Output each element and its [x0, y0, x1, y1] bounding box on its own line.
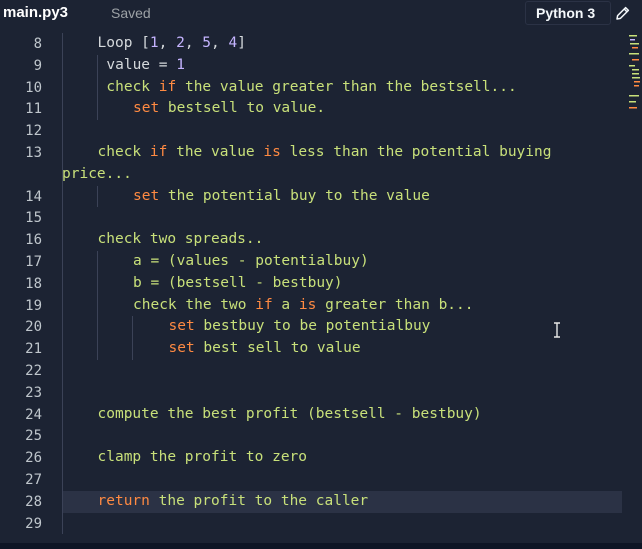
- code-token: [: [141, 35, 150, 51]
- code-token: a: [272, 296, 299, 313]
- code-line[interactable]: set bestsell to value.: [133, 100, 325, 116]
- text-cursor-icon: [554, 322, 560, 338]
- code-token: the potential buy to the value: [159, 187, 430, 204]
- code-token: if: [255, 296, 273, 313]
- code-line[interactable]: check two spreads..: [98, 231, 264, 247]
- code-token: 5: [202, 35, 212, 51]
- code-line[interactable]: set best sell to value: [169, 340, 361, 356]
- line-number: 26: [25, 450, 42, 467]
- code-line[interactable]: set bestbuy to be potentialbuy: [169, 318, 431, 334]
- pencil-icon[interactable]: [614, 4, 632, 22]
- code-line[interactable]: check the two if a is greater than b...: [133, 297, 474, 313]
- indent-guide: [62, 33, 63, 535]
- line-number: 29: [25, 515, 42, 532]
- line-number: 28: [25, 493, 42, 510]
- code-token: clamp the profit to zero: [97, 449, 308, 466]
- minimap[interactable]: [628, 33, 640, 113]
- code-line[interactable]: check if the value is less than the pote…: [98, 144, 552, 160]
- code-token: Loop: [97, 35, 142, 51]
- code-token: ,: [184, 35, 203, 51]
- code-token: set: [168, 340, 195, 357]
- code-editor[interactable]: 8 Loop [1, 2, 5, 4] 9 value = 1 10 check if t…: [0, 27, 642, 543]
- line-number: 9: [33, 57, 42, 74]
- indent-guide: [97, 185, 98, 208]
- line-number: 17: [25, 254, 42, 270]
- code-token: the value: [167, 144, 264, 160]
- code-token: a = (values - potentialbuy): [133, 253, 369, 269]
- code-token: b = (bestsell - bestbuy): [133, 274, 343, 291]
- code-line[interactable]: return the profit to the caller: [98, 493, 369, 509]
- code-token: best sell to value: [194, 340, 361, 357]
- code-token: 4: [228, 35, 238, 51]
- code-token: set: [133, 100, 160, 117]
- indent-guide: [97, 251, 98, 360]
- code-token: greater than b...: [316, 296, 474, 313]
- save-status: Saved: [111, 5, 151, 21]
- code-token: bestbuy to be potentialbuy: [194, 318, 431, 335]
- line-number: 19: [25, 297, 42, 314]
- code-line[interactable]: price...: [62, 166, 132, 182]
- line-number: 23: [25, 384, 42, 401]
- code-token: check the two: [133, 296, 256, 313]
- code-token: return: [97, 492, 150, 509]
- code-token: ,: [211, 35, 229, 51]
- indent-guide: [132, 316, 133, 360]
- code-line[interactable]: check if the value greater than the best…: [106, 79, 516, 95]
- code-line[interactable]: b = (bestsell - bestbuy): [133, 275, 343, 291]
- line-number: 21: [25, 341, 42, 358]
- file-name[interactable]: main.py3: [3, 4, 68, 21]
- code-token: bestsell to value.: [159, 100, 326, 117]
- code-token: ]: [237, 35, 246, 51]
- code-line[interactable]: clamp the profit to zero: [98, 449, 308, 465]
- code-token: if: [158, 78, 177, 95]
- line-number: 12: [25, 123, 42, 140]
- code-token: price...: [62, 165, 132, 182]
- status-bar: [0, 543, 642, 549]
- code-line[interactable]: compute the best profit (bestsell - best…: [98, 406, 482, 422]
- line-number: 11: [25, 101, 42, 118]
- code-line[interactable]: value = 1: [106, 57, 185, 73]
- line-number: 27: [25, 472, 42, 488]
- code-line[interactable]: Loop [1, 2, 5, 4]: [98, 35, 246, 51]
- code-token: check: [97, 144, 150, 160]
- code-token: is: [298, 296, 317, 313]
- code-token: is: [263, 144, 281, 160]
- line-number: 15: [25, 210, 42, 227]
- code-token: the value greater than the bestsell...: [176, 78, 517, 95]
- code-token: value =: [106, 56, 177, 73]
- code-token: 1: [176, 56, 185, 73]
- line-number: 18: [25, 275, 42, 292]
- line-number: 22: [25, 363, 42, 379]
- line-number: 16: [25, 232, 42, 249]
- code-token: ,: [158, 35, 177, 51]
- code-token: set: [133, 187, 160, 204]
- code-line[interactable]: set the potential buy to the value: [133, 188, 430, 204]
- language-selector[interactable]: Python 3: [525, 1, 611, 25]
- line-number: 25: [25, 428, 42, 445]
- code-line[interactable]: a = (values - potentialbuy): [133, 253, 369, 269]
- indent-guide: [97, 54, 98, 121]
- line-number: 14: [25, 188, 42, 205]
- line-number: 24: [25, 406, 42, 423]
- line-number: 8: [33, 36, 42, 52]
- code-token: 1: [149, 35, 159, 51]
- code-token: compute the best profit (bestsell - best…: [97, 405, 482, 422]
- line-number: 13: [25, 145, 42, 161]
- code-token: set: [168, 318, 195, 335]
- code-token: check two spreads..: [97, 231, 264, 248]
- line-number: 10: [25, 79, 42, 96]
- code-token: if: [149, 144, 168, 160]
- line-number: 20: [25, 319, 42, 336]
- code-token: less than the potential buying: [280, 144, 552, 160]
- code-token: check: [106, 78, 159, 95]
- code-token: 2: [176, 35, 185, 51]
- code-token: the profit to the caller: [149, 492, 369, 509]
- editor-header: main.py3 Saved Python 3: [0, 0, 642, 27]
